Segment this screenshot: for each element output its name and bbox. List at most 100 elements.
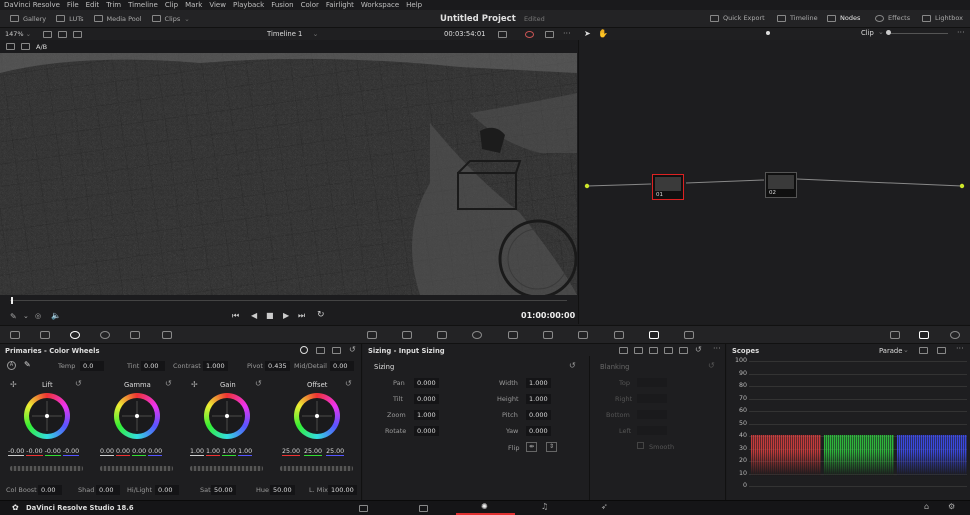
3d-icon[interactable] — [684, 331, 694, 339]
clips-button[interactable]: Clips ⌄ — [151, 15, 190, 23]
fullscreen-icon[interactable] — [545, 31, 554, 38]
chevron-down-icon[interactable]: ⌄ — [23, 312, 29, 320]
pivot-field[interactable]: 0.435 — [265, 361, 290, 371]
menu-fusion[interactable]: Fusion — [271, 1, 293, 9]
speaker-icon[interactable]: 🔈 — [51, 311, 61, 320]
key-icon[interactable] — [614, 331, 624, 339]
color-warper-icon[interactable] — [402, 331, 412, 339]
more-options-icon[interactable]: ··· — [956, 344, 964, 353]
contrast-field[interactable]: 1.000 — [203, 361, 228, 371]
rotate-field[interactable]: 0.000 — [414, 426, 439, 436]
scope-mode-dropdown[interactable]: Parade — [879, 347, 902, 355]
lift-y[interactable]: -0.00 — [8, 448, 25, 456]
hand-icon[interactable]: ✋ — [598, 29, 608, 38]
sizing-mode-icon[interactable] — [679, 347, 688, 354]
bars-mode-icon[interactable] — [316, 347, 325, 354]
more-options-icon[interactable]: ··· — [563, 29, 571, 38]
menu-color[interactable]: Color — [301, 1, 319, 9]
split-view-icon[interactable] — [58, 30, 68, 38]
gain-g[interactable]: 1.00 — [222, 448, 237, 456]
sizing-mode-icon[interactable] — [664, 347, 673, 354]
hdr-icon[interactable] — [100, 331, 110, 339]
menu-help[interactable]: Help — [406, 1, 422, 9]
deliver-page-icon[interactable]: ➶ — [601, 502, 608, 511]
gamma-r[interactable]: 0.00 — [116, 448, 131, 456]
fairlight-page-icon[interactable]: ♫ — [541, 502, 548, 511]
sat-field[interactable]: 50.00 — [211, 485, 236, 495]
play-reverse-icon[interactable]: ◀ — [251, 311, 257, 320]
scrub-track[interactable] — [10, 300, 567, 301]
gain-wheel[interactable] — [204, 393, 250, 439]
qualifier-icon[interactable] — [437, 331, 447, 339]
sizing-icon[interactable] — [649, 331, 659, 339]
lmix-field[interactable]: 100.00 — [328, 485, 357, 495]
menu-view[interactable]: View — [209, 1, 226, 9]
tilt-field[interactable]: 0.000 — [414, 394, 439, 404]
timeline-button[interactable]: Timeline — [777, 14, 818, 22]
stop-icon[interactable]: ■ — [266, 311, 274, 320]
node-02[interactable]: 02 — [765, 172, 797, 198]
flip-vertical-icon[interactable]: ⇕ — [546, 442, 557, 452]
more-options-icon[interactable]: ··· — [957, 28, 965, 37]
skip-start-icon[interactable]: ⏮ — [232, 311, 239, 321]
media-pool-button[interactable]: Media Pool — [93, 15, 142, 23]
timeline-selector[interactable]: Timeline 1 ⌄ — [267, 30, 318, 38]
lightbox-button[interactable]: Lightbox — [922, 14, 963, 22]
gear-icon[interactable]: ⚙ — [948, 502, 955, 511]
motion-effects-icon[interactable] — [162, 331, 172, 339]
menu-workspace[interactable]: Workspace — [361, 1, 399, 9]
lift-wheel-handle[interactable] — [45, 414, 49, 418]
lift-master-slider[interactable] — [10, 466, 83, 471]
compare-icon[interactable] — [73, 30, 83, 38]
expand-icon[interactable] — [937, 347, 946, 354]
menu-app[interactable]: DaVinci Resolve — [4, 1, 60, 9]
gamma-y[interactable]: 0.00 — [100, 448, 115, 456]
lift-g[interactable]: -0.00 — [44, 448, 61, 456]
lightbox-toggle-icon[interactable] — [890, 331, 900, 339]
offset-b[interactable]: 25.00 — [326, 448, 345, 456]
menu-timeline[interactable]: Timeline — [128, 1, 158, 9]
node-zoom-handle[interactable] — [886, 30, 891, 35]
tracker-icon[interactable] — [508, 331, 518, 339]
menu-mark[interactable]: Mark — [185, 1, 202, 9]
more-options-icon[interactable]: ··· — [713, 344, 721, 353]
blur-icon[interactable] — [578, 331, 588, 339]
viewer-mode-icon[interactable] — [43, 30, 53, 38]
menu-file[interactable]: File — [67, 1, 79, 9]
ab-toggle[interactable]: A/B — [36, 43, 47, 51]
menu-clip[interactable]: Clip — [165, 1, 178, 9]
shad-field[interactable]: 0.00 — [96, 485, 120, 495]
viewer-image[interactable] — [0, 53, 577, 295]
menu-trim[interactable]: Trim — [106, 1, 121, 9]
node-zoom-slider[interactable] — [888, 33, 948, 34]
sizing-mode-icon[interactable] — [619, 347, 628, 354]
reset-icon[interactable]: ↺ — [75, 379, 82, 388]
colboost-field[interactable]: 0.00 — [38, 485, 62, 495]
hilight-field[interactable]: 0.00 — [155, 485, 179, 495]
gain-master-slider[interactable] — [190, 466, 263, 471]
middetail-field[interactable]: 0.00 — [330, 361, 354, 371]
viewer-options-icon[interactable] — [498, 31, 507, 38]
gamma-g[interactable]: 0.00 — [132, 448, 147, 456]
nodes-button[interactable]: Nodes — [827, 14, 860, 22]
height-field[interactable]: 1.000 — [526, 394, 551, 404]
color-page-tab[interactable]: ✺ — [456, 501, 515, 515]
curves-icon[interactable] — [367, 331, 377, 339]
home-icon[interactable]: ⌂ — [924, 502, 929, 511]
hue-field[interactable]: 50.00 — [270, 485, 295, 495]
node-editor[interactable]: 01 02 — [578, 28, 970, 324]
reset-icon[interactable]: ↺ — [569, 361, 576, 370]
camera-raw-icon[interactable] — [10, 331, 20, 339]
effects-button[interactable]: Effects — [875, 14, 910, 22]
magic-mask-icon[interactable] — [543, 331, 553, 339]
reset-icon[interactable]: ↺ — [255, 379, 262, 388]
offset-r[interactable]: 25.00 — [282, 448, 301, 456]
width-field[interactable]: 1.000 — [526, 378, 551, 388]
sizing-mode-icon[interactable] — [634, 347, 643, 354]
sizing-mode-icon[interactable] — [649, 347, 658, 354]
offset-master-slider[interactable] — [280, 466, 353, 471]
record-timecode[interactable]: 01:00:00:00 — [521, 311, 575, 320]
gain-r[interactable]: 1.00 — [206, 448, 221, 456]
info-icon[interactable] — [950, 331, 960, 339]
node-01[interactable]: 01 — [652, 174, 684, 200]
